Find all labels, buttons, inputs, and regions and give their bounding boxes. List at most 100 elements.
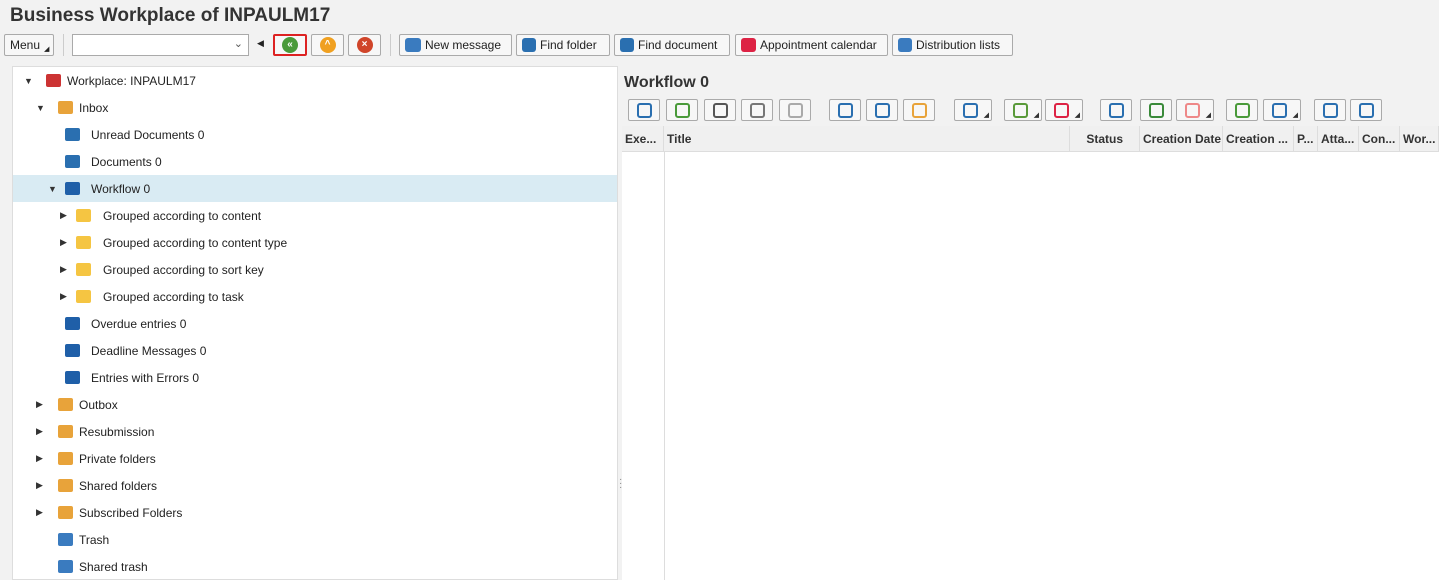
tree-item[interactable]: ▶ Grouped according to content — [13, 202, 617, 229]
expand-icon[interactable]: ▶ — [60, 210, 67, 221]
tree-item-label: Shared trash — [79, 559, 148, 574]
tree-item[interactable]: Unread Documents 0 — [13, 121, 617, 148]
resubmit-button[interactable] — [903, 99, 935, 121]
menu-label: Menu — [10, 38, 41, 52]
execute-icon — [675, 103, 690, 118]
refresh-button[interactable] — [628, 99, 660, 121]
columns-button[interactable]: ◢ — [1176, 99, 1214, 121]
back-button[interactable]: « — [273, 34, 307, 56]
label: Find document — [638, 38, 718, 52]
preview-button[interactable] — [1140, 99, 1172, 121]
tree-item[interactable]: Deadline Messages 0 — [13, 337, 617, 364]
workflow-icon — [65, 182, 80, 195]
tree-item[interactable]: ▶ Grouped according to task — [13, 283, 617, 310]
layout-icon — [1054, 103, 1069, 118]
print-icon — [1109, 103, 1124, 118]
tree-item[interactable]: ▶ Subscribed Folders — [13, 499, 617, 526]
deadline-button[interactable] — [829, 99, 861, 121]
column-header[interactable]: P... — [1294, 126, 1318, 152]
tree-item[interactable]: ▶ Grouped according to sort key — [13, 256, 617, 283]
column-header[interactable]: Creation ... — [1223, 126, 1294, 152]
tree-item-label: Subscribed Folders — [79, 505, 183, 520]
attachment-icon — [963, 103, 978, 118]
tree-item[interactable]: ▶ Outbox — [13, 391, 617, 418]
tree-item[interactable]: ▼ Inbox — [13, 94, 617, 121]
column-header[interactable]: Status — [1070, 126, 1140, 152]
column-header[interactable]: Wor... — [1400, 126, 1439, 152]
expand-icon[interactable]: ▶ — [60, 291, 67, 302]
find-document-button[interactable]: Find document — [614, 34, 730, 56]
exit-button[interactable]: ^ — [311, 34, 344, 56]
tree-item[interactable]: ▼ Workflow 0 — [13, 175, 617, 202]
expand-icon[interactable]: ▶ — [36, 507, 43, 518]
workflow-title: Workflow 0 — [624, 74, 710, 91]
column-header[interactable]: Atta... — [1318, 126, 1359, 152]
column-header[interactable]: Title — [664, 126, 1070, 152]
attachment-button[interactable]: ◢ — [954, 99, 992, 121]
collapse-icon[interactable]: ▼ — [36, 103, 45, 113]
folder-icon — [76, 290, 91, 303]
print-button[interactable] — [1100, 99, 1132, 121]
resubmit-icon — [912, 103, 927, 118]
tree-item[interactable]: Documents 0 — [13, 148, 617, 175]
dropdown-arrow-icon[interactable]: ◢ — [1206, 111, 1211, 119]
find-button[interactable] — [1314, 99, 1346, 121]
inbox-icon — [58, 101, 73, 114]
tree-item-label: Resubmission — [79, 424, 155, 439]
appointment-calendar-button[interactable]: Appointment calendar — [735, 34, 888, 56]
column-header[interactable]: Exe... — [622, 126, 664, 152]
layout-button[interactable]: ◢ — [1045, 99, 1083, 121]
back-icon: « — [282, 37, 298, 53]
folder-tree: ▼ Workplace: INPAULM17 ▼ Inbox Unread Docume… — [12, 66, 618, 580]
display-button[interactable] — [704, 99, 736, 121]
dropdown-arrow-icon[interactable]: ◢ — [1034, 111, 1039, 119]
refresh-icon — [637, 103, 652, 118]
cancel-button[interactable]: × — [348, 34, 381, 56]
expand-icon[interactable]: ▶ — [36, 453, 43, 464]
copy-button[interactable] — [1350, 99, 1382, 121]
sum-button[interactable] — [1226, 99, 1258, 121]
private-folders-icon — [58, 452, 73, 465]
tree-item[interactable]: Trash — [13, 526, 617, 553]
priority-button[interactable] — [866, 99, 898, 121]
execute-button[interactable] — [666, 99, 698, 121]
separator — [390, 34, 391, 56]
expand-icon[interactable]: ▶ — [36, 399, 43, 410]
expand-icon[interactable]: ▶ — [60, 237, 67, 248]
expand-icon[interactable]: ▶ — [36, 426, 43, 437]
column-header[interactable]: Con... — [1359, 126, 1400, 152]
column-divider — [664, 152, 665, 580]
collapse-icon[interactable]: ▼ — [24, 76, 33, 86]
object-button[interactable] — [741, 99, 773, 121]
tree-item[interactable]: Overdue entries 0 — [13, 310, 617, 337]
dropdown-arrow-icon[interactable]: ◢ — [1075, 111, 1080, 119]
new-message-button[interactable]: New message — [399, 34, 512, 56]
tree-item[interactable]: Shared trash — [13, 553, 617, 580]
collapse-icon[interactable]: ▼ — [48, 184, 57, 194]
tree-item[interactable]: ▼ Workplace: INPAULM17 — [13, 67, 617, 94]
cancel-icon: × — [356, 37, 373, 53]
tree-item[interactable]: ▶ Shared folders — [13, 472, 617, 499]
label: Distribution lists — [916, 38, 1001, 52]
object-disabled-button[interactable] — [779, 99, 811, 121]
tree-item[interactable]: ▶ Grouped according to content type — [13, 229, 617, 256]
tree-item[interactable]: Entries with Errors 0 — [13, 364, 617, 391]
command-field[interactable]: ⌄ — [72, 34, 249, 56]
filter-button[interactable]: ◢ — [1263, 99, 1301, 121]
tree-item[interactable]: ▶ Private folders — [13, 445, 617, 472]
menu-button[interactable]: Menu ◢ — [4, 34, 54, 56]
expand-icon[interactable]: ▶ — [60, 264, 67, 275]
workflow-icon — [65, 344, 80, 357]
add-to-folder-button[interactable]: ◢ — [1004, 99, 1042, 121]
sum-icon — [1235, 103, 1250, 118]
collapse-arrow-icon[interactable]: ◀ — [257, 38, 264, 49]
column-header[interactable]: Creation Date — [1140, 126, 1223, 152]
dropdown-arrow-icon[interactable]: ◢ — [984, 111, 989, 119]
dropdown-arrow-icon[interactable]: ◢ — [1293, 111, 1298, 119]
find-folder-button[interactable]: Find folder — [516, 34, 610, 56]
find-icon — [1323, 103, 1338, 118]
chevron-down-icon[interactable]: ⌄ — [234, 37, 243, 50]
tree-item[interactable]: ▶ Resubmission — [13, 418, 617, 445]
expand-icon[interactable]: ▶ — [36, 480, 43, 491]
distribution-lists-button[interactable]: Distribution lists — [892, 34, 1013, 56]
